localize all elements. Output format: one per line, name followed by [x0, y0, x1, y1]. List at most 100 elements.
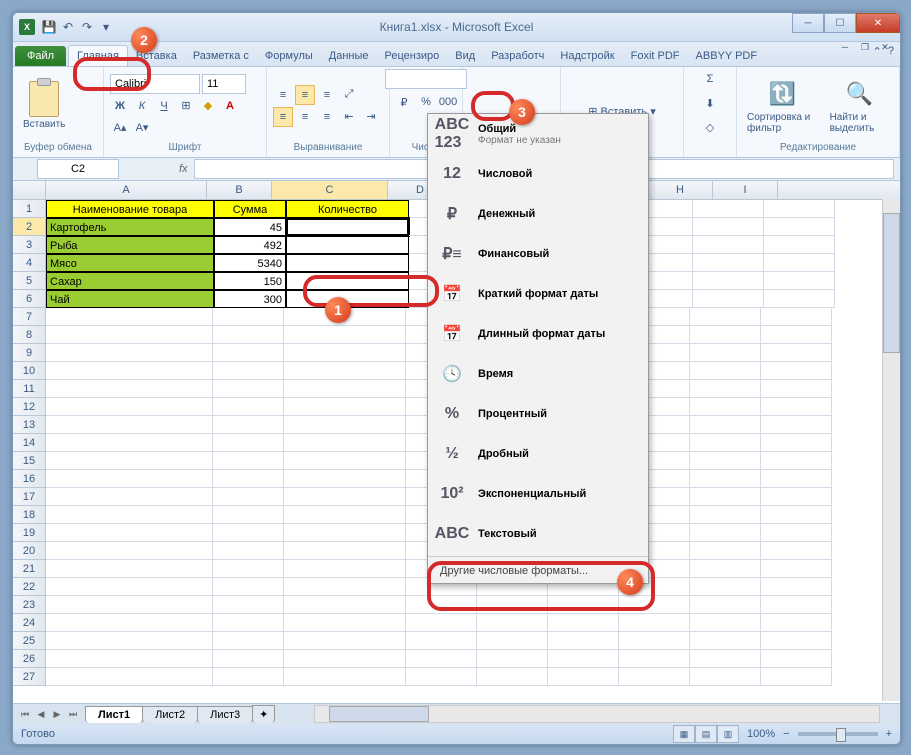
- col-header-b[interactable]: B: [207, 181, 272, 199]
- col-header-c[interactable]: C: [272, 181, 388, 199]
- cell[interactable]: [284, 452, 406, 470]
- sheet-tab-2[interactable]: Лист2: [142, 706, 198, 723]
- minimize-button[interactable]: ─: [792, 13, 824, 33]
- cell[interactable]: [406, 668, 477, 686]
- tab-developer[interactable]: Разработч: [483, 46, 552, 66]
- cell[interactable]: [46, 416, 213, 434]
- cell[interactable]: [690, 650, 761, 668]
- cell[interactable]: [764, 218, 835, 236]
- page-layout-view-icon[interactable]: ▤: [695, 725, 717, 743]
- more-formats-link[interactable]: Другие числовые форматы...: [428, 559, 648, 583]
- cell[interactable]: [693, 254, 764, 272]
- row-header[interactable]: 7: [13, 308, 46, 326]
- cell[interactable]: [213, 380, 284, 398]
- cell[interactable]: Количество: [286, 200, 409, 218]
- cell[interactable]: [284, 596, 406, 614]
- cell[interactable]: [284, 416, 406, 434]
- orientation-icon[interactable]: ⤢: [339, 85, 359, 105]
- file-tab[interactable]: Файл: [15, 46, 66, 66]
- cell[interactable]: [761, 506, 832, 524]
- cell[interactable]: [284, 344, 406, 362]
- format-option-0[interactable]: ABC 123ОбщийФормат не указан: [428, 114, 648, 154]
- normal-view-icon[interactable]: ▦: [673, 725, 695, 743]
- cell[interactable]: [690, 344, 761, 362]
- row-header[interactable]: 25: [13, 632, 46, 650]
- cell[interactable]: [46, 596, 213, 614]
- cell[interactable]: Мясо: [46, 254, 214, 272]
- decrease-font-icon[interactable]: A▾: [132, 118, 152, 138]
- cell[interactable]: [284, 434, 406, 452]
- cell[interactable]: [690, 614, 761, 632]
- font-size-combo[interactable]: 11: [202, 74, 246, 94]
- row-header[interactable]: 16: [13, 470, 46, 488]
- row-header[interactable]: 21: [13, 560, 46, 578]
- cell[interactable]: [213, 596, 284, 614]
- underline-button[interactable]: Ч: [154, 96, 174, 116]
- row-header[interactable]: 1: [13, 200, 46, 218]
- zoom-out-button[interactable]: −: [783, 728, 789, 740]
- hscroll-thumb[interactable]: [329, 706, 429, 722]
- cell[interactable]: [46, 542, 213, 560]
- cell[interactable]: 300: [214, 290, 286, 308]
- cell[interactable]: [761, 578, 832, 596]
- fill-icon[interactable]: ⬇: [700, 93, 720, 113]
- scrollbar-thumb[interactable]: [883, 213, 900, 353]
- percent-icon[interactable]: %: [416, 92, 436, 112]
- cell[interactable]: [693, 236, 764, 254]
- format-option-6[interactable]: 🕓Время: [428, 354, 648, 394]
- cell[interactable]: [46, 380, 213, 398]
- row-header[interactable]: 26: [13, 650, 46, 668]
- cell[interactable]: [761, 416, 832, 434]
- cell[interactable]: 150: [214, 272, 286, 290]
- tab-formulas[interactable]: Формулы: [257, 46, 321, 66]
- cell[interactable]: [690, 560, 761, 578]
- autosum-icon[interactable]: Σ: [700, 69, 720, 89]
- cell[interactable]: [693, 272, 764, 290]
- tab-abbyy[interactable]: ABBYY PDF: [688, 46, 766, 66]
- cell[interactable]: [406, 596, 477, 614]
- cell[interactable]: [690, 542, 761, 560]
- cell[interactable]: 492: [214, 236, 286, 254]
- cell[interactable]: [764, 200, 835, 218]
- cell[interactable]: [46, 488, 213, 506]
- find-select-button[interactable]: 🔍Найти и выделить: [826, 76, 893, 136]
- paste-button[interactable]: Вставить: [19, 79, 69, 132]
- cell[interactable]: [46, 506, 213, 524]
- cell[interactable]: [761, 434, 832, 452]
- cell[interactable]: [284, 398, 406, 416]
- cell[interactable]: [284, 650, 406, 668]
- cell[interactable]: [213, 308, 284, 326]
- cell[interactable]: [213, 326, 284, 344]
- row-header[interactable]: 14: [13, 434, 46, 452]
- cell[interactable]: [284, 524, 406, 542]
- cell[interactable]: [548, 614, 619, 632]
- tab-home[interactable]: Главная: [68, 45, 128, 66]
- align-bottom-icon[interactable]: ≡: [317, 85, 337, 105]
- cell[interactable]: [46, 560, 213, 578]
- cell[interactable]: [284, 326, 406, 344]
- row-header[interactable]: 5: [13, 272, 46, 290]
- tab-view[interactable]: Вид: [447, 46, 483, 66]
- cell[interactable]: [690, 362, 761, 380]
- cell[interactable]: [761, 380, 832, 398]
- cell[interactable]: [46, 650, 213, 668]
- indent-inc-icon[interactable]: ⇥: [361, 107, 381, 127]
- cell[interactable]: [213, 434, 284, 452]
- comma-icon[interactable]: 000: [438, 92, 458, 112]
- sheet-tab-3[interactable]: Лист3: [197, 706, 253, 723]
- cell[interactable]: [46, 308, 213, 326]
- cell[interactable]: [619, 668, 690, 686]
- cell[interactable]: [690, 596, 761, 614]
- cell[interactable]: [761, 560, 832, 578]
- row-header[interactable]: 12: [13, 398, 46, 416]
- align-top-icon[interactable]: ≡: [273, 85, 293, 105]
- cell[interactable]: [477, 632, 548, 650]
- align-middle-icon[interactable]: ≡: [295, 85, 315, 105]
- prev-sheet-icon[interactable]: ◀: [33, 706, 49, 722]
- cell[interactable]: [619, 632, 690, 650]
- increase-font-icon[interactable]: A▴: [110, 118, 130, 138]
- page-break-view-icon[interactable]: ▥: [717, 725, 739, 743]
- cell[interactable]: 5340: [214, 254, 286, 272]
- vertical-scrollbar[interactable]: [882, 199, 900, 701]
- cell[interactable]: [619, 614, 690, 632]
